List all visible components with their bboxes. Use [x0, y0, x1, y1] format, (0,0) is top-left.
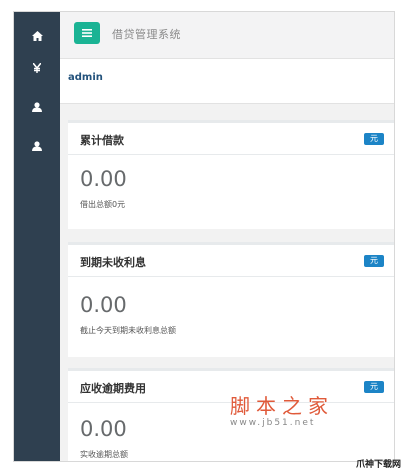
card-header: 到期未收利息 元 — [68, 245, 394, 277]
top-navbar: 借贷管理系统 — [60, 12, 394, 59]
card-description: 实收逾期总额 — [80, 450, 128, 459]
sidebar-item-user-2[interactable] — [14, 136, 60, 156]
username[interactable]: admin — [68, 72, 103, 83]
watermark: 脚本之家 www.jb51.net — [220, 390, 380, 440]
card-value: 0.00 — [80, 167, 127, 191]
menu-toggle-button[interactable] — [74, 22, 100, 44]
card-title: 应收逾期费用 — [80, 382, 146, 395]
sidebar-item-finance[interactable] — [14, 58, 60, 78]
card-header: 累计借款 元 — [68, 123, 394, 155]
card-value: 0.00 — [80, 417, 127, 441]
unit-badge: 元 — [364, 133, 384, 145]
corner-logo: 爪神下载网 — [355, 460, 401, 470]
sidebar-item-user[interactable] — [14, 97, 60, 117]
card-title: 累计借款 — [80, 134, 124, 147]
stat-card-unpaid-interest: 到期未收利息 元 0.00 截止今天到期未收利息总额 — [68, 242, 394, 357]
card-description: 截止今天到期未收利息总额 — [80, 326, 176, 335]
yen-icon — [33, 63, 41, 73]
menu-icon — [82, 29, 92, 37]
stat-card-total-loans: 累计借款 元 0.00 借出总额0元 — [68, 120, 394, 229]
unit-badge: 元 — [364, 255, 384, 267]
sidebar — [14, 12, 60, 461]
home-icon — [31, 31, 43, 41]
user-icon — [32, 141, 42, 151]
card-title: 到期未收利息 — [80, 256, 146, 269]
card-value: 0.00 — [80, 293, 127, 317]
user-icon — [32, 102, 42, 112]
user-bar: admin — [60, 59, 394, 104]
card-description: 借出总额0元 — [80, 200, 126, 209]
watermark-text: 脚本之家 — [230, 394, 334, 418]
sidebar-item-home[interactable] — [14, 26, 60, 46]
watermark-url: www.jb51.net — [230, 418, 316, 428]
system-title: 借贷管理系统 — [112, 28, 181, 41]
